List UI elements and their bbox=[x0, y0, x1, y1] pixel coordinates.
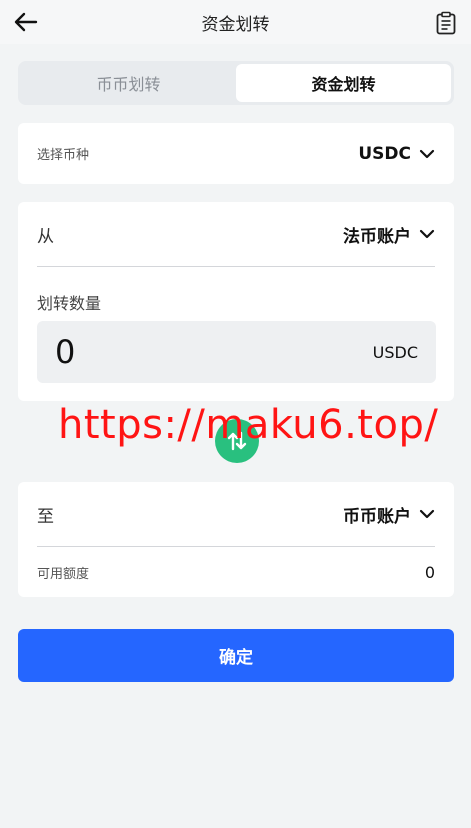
tab-fund-transfer[interactable]: 资金划转 bbox=[236, 64, 451, 102]
amount-label: 划转数量 bbox=[37, 294, 102, 313]
from-label: 从 bbox=[37, 226, 54, 247]
watermark-url: https://maku6.top/ bbox=[58, 402, 439, 448]
back-button[interactable] bbox=[12, 9, 40, 35]
to-label: 至 bbox=[37, 506, 54, 527]
from-account-dropdown[interactable]: 法币账户 bbox=[343, 222, 435, 247]
coin-select-label: 选择币种 bbox=[37, 148, 90, 163]
to-account-value: 币币账户 bbox=[343, 506, 411, 527]
chevron-down-icon bbox=[419, 149, 435, 158]
transfer-record-button[interactable] bbox=[435, 11, 457, 35]
coin-select-card: 选择币种 USDC bbox=[18, 123, 454, 184]
to-account-dropdown[interactable]: 币币账户 bbox=[343, 502, 435, 527]
amount-field[interactable]: USDC bbox=[37, 321, 436, 383]
from-account-card: 从 法币账户 划转数量 USDC bbox=[18, 202, 454, 401]
app-header: 资金划转 bbox=[0, 0, 471, 44]
arrow-left-icon bbox=[14, 12, 38, 32]
available-label: 可用额度 bbox=[37, 566, 90, 582]
chevron-down-icon bbox=[419, 229, 435, 239]
divider bbox=[37, 266, 435, 267]
tab-coin-transfer[interactable]: 币币划转 bbox=[21, 64, 236, 102]
available-value: 0 bbox=[424, 562, 435, 582]
amount-input[interactable] bbox=[55, 333, 255, 371]
confirm-button[interactable]: 确定 bbox=[18, 629, 454, 682]
transfer-type-tabs: 币币划转 资金划转 bbox=[18, 61, 454, 105]
coin-select-dropdown[interactable]: USDC bbox=[358, 144, 435, 164]
from-account-value: 法币账户 bbox=[343, 226, 411, 247]
clipboard-list-icon bbox=[436, 11, 456, 35]
to-account-card: 至 币币账户 可用额度 0 bbox=[18, 482, 454, 597]
amount-unit: USDC bbox=[372, 342, 418, 362]
coin-select-value: USDC bbox=[358, 143, 411, 164]
chevron-down-icon bbox=[419, 509, 435, 519]
page-title: 资金划转 bbox=[201, 14, 270, 35]
